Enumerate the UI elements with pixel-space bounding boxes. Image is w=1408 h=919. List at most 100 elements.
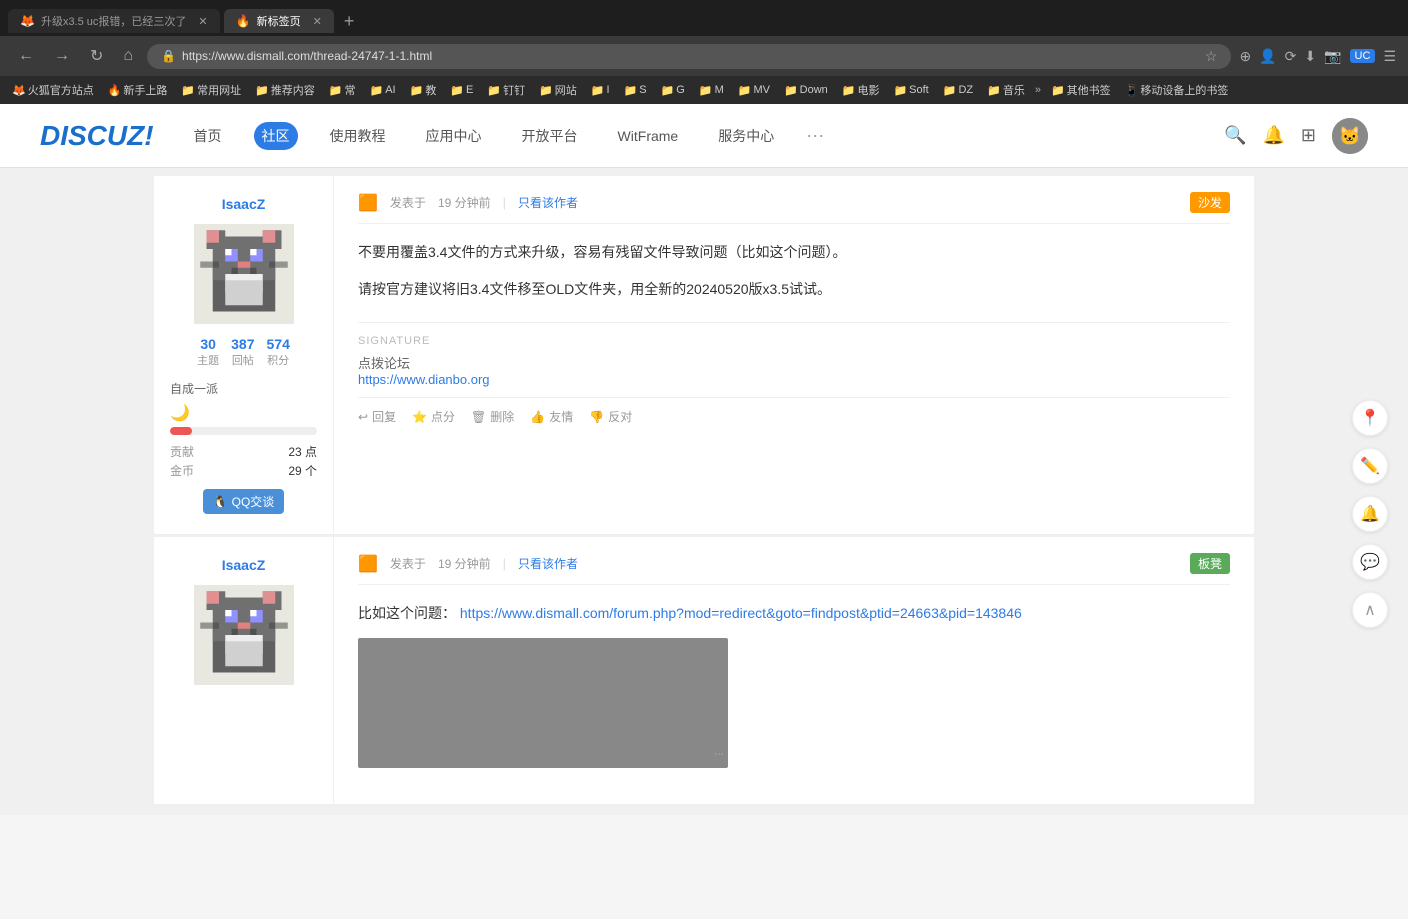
menu-button[interactable]: ☰ — [1383, 48, 1396, 65]
bookmark-movie[interactable]: 📁 电影 — [838, 80, 884, 100]
post-body-2: 比如这个问题： https://www.dismall.com/forum.ph… — [358, 601, 1230, 768]
search-icon[interactable]: 🔍 — [1224, 125, 1246, 146]
post-meta-icon-1: 🟧 — [358, 193, 378, 213]
tab-favicon-2: 🔥 — [236, 14, 251, 28]
url-bar[interactable]: 🔒 https://www.dismall.com/thread-24747-1… — [147, 44, 1231, 69]
bookmark-m[interactable]: 📁 M — [695, 82, 728, 99]
friendly-action[interactable]: 👍 友情 — [530, 408, 573, 425]
bookmark-urls[interactable]: 📁 常用网址 — [177, 80, 245, 100]
post-body-1: 不要用覆盖3.4文件的方式来升级，容易有残留文件导致问题（比如这个问题）。 请按… — [358, 240, 1230, 302]
folder-icon-dz: 📁 — [943, 84, 957, 97]
post-header-2: 🟧 发表于 19 分钟前 | 只看该作者 板凳 — [358, 553, 1230, 585]
bookmark-mv[interactable]: 📁 MV — [734, 82, 774, 99]
nav-witframe[interactable]: WitFrame — [610, 124, 687, 148]
url-text: https://www.dismall.com/thread-24747-1-1… — [182, 49, 1199, 63]
bookmark-site[interactable]: 📁 网站 — [535, 80, 581, 100]
bookmark-dingding[interactable]: 📁 钉钉 — [483, 80, 529, 100]
site-logo[interactable]: DISCUZ! — [40, 120, 154, 152]
apps-icon[interactable]: ⊞ — [1301, 125, 1316, 146]
float-top-btn[interactable]: ∧ — [1352, 592, 1388, 628]
bookmark-star[interactable]: ☆ — [1205, 48, 1218, 65]
tab-inactive[interactable]: 🦊 升级x3.5 uc报错，已经三次了 ✕ — [8, 9, 220, 33]
header-actions: 🔍 🔔 ⊞ 🐱 — [1224, 118, 1368, 154]
score-icon: ⭐ — [412, 410, 427, 424]
bookmark-newuser[interactable]: 🔥 新手上路 — [104, 80, 172, 100]
nav-actions: ⊕ 👤 ⟳ ⬇ 📷 UC ☰ — [1239, 48, 1396, 65]
home-button[interactable]: ⌂ — [117, 45, 139, 67]
reply-action[interactable]: ↩ 回复 — [358, 408, 396, 425]
sig-link[interactable]: https://www.dianbo.org — [358, 372, 490, 387]
bookmark-s[interactable]: 📁 S — [620, 82, 651, 99]
top-icon: ∧ — [1364, 600, 1376, 620]
bookmark-i[interactable]: 📁 I — [587, 82, 614, 99]
bookmark-g[interactable]: 📁 G — [657, 82, 689, 99]
edit-icon: ✏️ — [1360, 456, 1380, 476]
bookmark-recommend[interactable]: 📁 推荐内容 — [251, 80, 319, 100]
uc-button[interactable]: UC — [1350, 49, 1376, 63]
float-bell-btn[interactable]: 🔔 — [1352, 496, 1388, 532]
bookmark-other[interactable]: 📁 其他书签 — [1047, 80, 1115, 100]
nav-openplatform[interactable]: 开放平台 — [514, 122, 586, 150]
profile-button[interactable]: 👤 — [1259, 48, 1276, 65]
nav-home[interactable]: 首页 — [186, 122, 230, 150]
delete-action[interactable]: 🗑 删除 — [471, 408, 514, 425]
post-header-1: 🟧 发表于 19 分钟前 | 只看该作者 沙发 — [358, 192, 1230, 224]
coins-label: 金币 — [170, 462, 194, 479]
folder-icon-soft: 📁 — [893, 84, 907, 97]
tab-close-1[interactable]: ✕ — [198, 15, 207, 28]
stat-points-num: 574 — [267, 336, 290, 352]
only-author-link-2[interactable]: 只看该作者 — [518, 555, 578, 572]
user-avatar-2 — [194, 585, 294, 685]
bookmark-chang[interactable]: 📁 常 — [325, 80, 360, 100]
username-1[interactable]: IsaacZ — [222, 196, 266, 212]
post-actions-1: ↩ 回复 ⭐ 点分 🗑 删除 👍 友情 — [358, 397, 1230, 425]
tab-close-2[interactable]: ✕ — [313, 15, 322, 28]
float-wechat-btn[interactable]: 💬 — [1352, 544, 1388, 580]
float-location-btn[interactable]: 📍 — [1352, 400, 1388, 436]
more-bookmarks[interactable]: » — [1035, 84, 1041, 96]
bookmark-e[interactable]: 📁 E — [446, 82, 477, 99]
avatar-image: 🐱 — [1332, 118, 1368, 154]
download-button[interactable]: ⬇ — [1304, 48, 1316, 65]
notification-icon[interactable]: 🔔 — [1262, 125, 1284, 146]
qq-chat-button[interactable]: 🐧 QQ交谈 — [203, 489, 285, 514]
bookmark-dz[interactable]: 📁 DZ — [939, 82, 977, 99]
bookmark-jiao[interactable]: 📁 教 — [406, 80, 441, 100]
bookmark-down[interactable]: 📁 Down — [780, 82, 832, 99]
new-tab-button[interactable]: + — [338, 11, 361, 32]
sig-text: 点拨论坛 https://www.dianbo.org — [358, 353, 1230, 387]
screenshot-button[interactable]: 📷 — [1324, 48, 1341, 65]
newuser-icon: 🔥 — [108, 84, 122, 97]
forward-button[interactable]: → — [48, 45, 76, 67]
back-button[interactable]: ← — [12, 45, 40, 67]
nav-more[interactable]: ··· — [806, 125, 824, 146]
bookmark-mobile[interactable]: 📱 移动设备上的书签 — [1121, 80, 1233, 100]
folder-icon-urls: 📁 — [181, 84, 195, 97]
nav-service[interactable]: 服务中心 — [710, 122, 782, 150]
nav-community[interactable]: 社区 — [254, 122, 298, 150]
refresh-button[interactable]: ↻ — [84, 44, 109, 68]
bookmark-soft[interactable]: 📁 Soft — [889, 82, 932, 99]
only-author-link-1[interactable]: 只看该作者 — [518, 194, 578, 211]
username-2[interactable]: IsaacZ — [222, 557, 266, 573]
wechat-icon: 💬 — [1360, 552, 1380, 572]
nav-appcenter[interactable]: 应用中心 — [418, 122, 490, 150]
extensions-button[interactable]: ⊕ — [1239, 48, 1251, 65]
user-avatar-header[interactable]: 🐱 — [1332, 118, 1368, 154]
folder-icon-site: 📁 — [539, 84, 553, 97]
folder-icon-s: 📁 — [624, 84, 638, 97]
score-action[interactable]: ⭐ 点分 — [412, 408, 455, 425]
svg-text:🐱: 🐱 — [1339, 126, 1361, 146]
float-edit-btn[interactable]: ✏️ — [1352, 448, 1388, 484]
tab-active[interactable]: 🔥 新标签页 ✕ — [224, 9, 334, 33]
sync-button[interactable]: ⟳ — [1285, 48, 1297, 65]
folder-icon-g: 📁 — [661, 84, 675, 97]
bookmark-music[interactable]: 📁 音乐 — [983, 80, 1029, 100]
oppose-action[interactable]: 👎 反对 — [589, 408, 632, 425]
post-body-link[interactable]: https://www.dismall.com/forum.php?mod=re… — [460, 605, 1022, 621]
bookmark-ai[interactable]: 📁 AI — [366, 82, 400, 99]
nav-tutorial[interactable]: 使用教程 — [322, 122, 394, 150]
img-resize-icon: ⋯ — [714, 746, 724, 764]
coins-val: 29 个 — [288, 462, 317, 479]
bookmark-firefox[interactable]: 🦊 火狐官方站点 — [8, 80, 98, 100]
